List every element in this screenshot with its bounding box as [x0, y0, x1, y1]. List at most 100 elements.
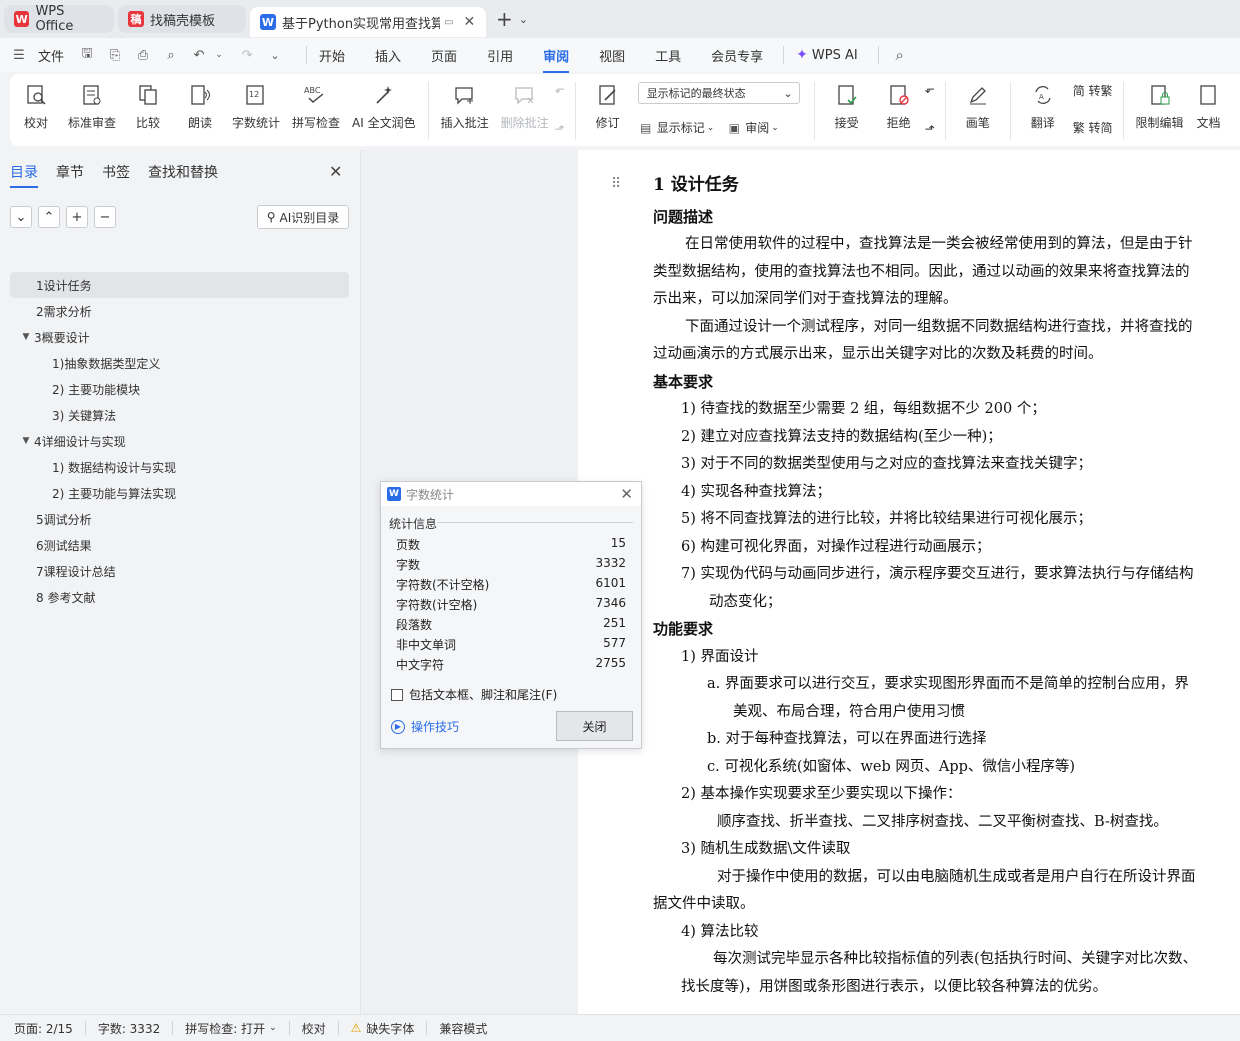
review-pane-button[interactable]: ▣ 审阅 ⌄ — [726, 119, 779, 136]
toc-item[interactable]: 2) 主要功能与算法实现 — [10, 480, 349, 506]
menu-review[interactable]: 审阅 — [543, 46, 570, 73]
toc-item[interactable]: 1)抽象数据类型定义 — [10, 350, 349, 376]
toc-item-label: 8 参考文献 — [36, 590, 96, 605]
toc-item[interactable]: 2) 主要功能模块 — [10, 376, 349, 402]
restrict-editing-button[interactable]: 限制编辑 — [1136, 82, 1184, 131]
menu-tools[interactable]: 工具 — [655, 46, 681, 65]
menu-view[interactable]: 视图 — [599, 46, 625, 65]
tab-bookmarks[interactable]: 书签 — [102, 162, 130, 182]
insert-comment-button[interactable]: 插入批注 — [441, 82, 489, 131]
search-icon[interactable]: ⌕ — [891, 46, 909, 64]
track-changes-button[interactable]: 修订 — [588, 82, 628, 131]
proofread-status[interactable]: 校对 — [302, 1020, 326, 1037]
tips-link[interactable]: ▶ 操作技巧 — [391, 718, 459, 735]
tab-toc[interactable]: 目录 — [10, 162, 38, 188]
delete-comment-button[interactable]: 删除批注 — [501, 82, 549, 131]
document-body[interactable]: 1 设计任务 问题描述 在日常使用软件的过程中，查找算法是一类会被经常使用到的算法，… — [653, 172, 1240, 1001]
toc-item[interactable]: 8 参考文献 — [10, 584, 349, 610]
translate-button[interactable]: A 翻译 — [1023, 82, 1063, 131]
collapse-arrow-icon[interactable]: ▼ — [18, 436, 34, 446]
menu-wps-ai[interactable]: ✦ WPS AI — [796, 47, 858, 63]
compare-icon — [135, 82, 161, 108]
toc-item[interactable]: ▼ 3概要设计 — [10, 324, 349, 350]
read-aloud-button[interactable]: 朗读 — [180, 82, 220, 131]
toc-item[interactable]: 3) 关键算法 — [10, 402, 349, 428]
previous-change-icon[interactable]: ⬐ — [925, 82, 935, 96]
redo-icon[interactable]: ↷ — [238, 46, 256, 64]
toc-item[interactable]: 7课程设计总结 — [10, 558, 349, 584]
close-icon[interactable]: ✕ — [329, 162, 342, 181]
tab-template[interactable]: 稿 找稿壳模板 — [118, 5, 246, 33]
menu-home[interactable]: 开始 — [319, 46, 345, 65]
accept-button[interactable]: 接受 — [827, 82, 867, 131]
export-pdf-icon[interactable]: ⎘ — [106, 46, 124, 64]
menu-insert[interactable]: 插入 — [375, 46, 401, 65]
document-page[interactable]: 1 设计任务 问题描述 在日常使用软件的过程中，查找算法是一类会被经常使用到的算法，… — [578, 150, 1240, 1014]
tab-wps-office[interactable]: W WPS Office — [4, 4, 114, 34]
collapse-icon[interactable]: ⌃ — [38, 206, 60, 228]
stat-value: 3332 — [595, 556, 626, 570]
close-button[interactable]: 关闭 — [556, 711, 633, 741]
spell-check-button[interactable]: ABC 拼写检查 — [292, 82, 340, 131]
collapse-arrow-icon[interactable]: ▼ — [18, 332, 34, 342]
word-count-indicator[interactable]: 字数: 3332 — [98, 1020, 160, 1037]
next-change-icon[interactable]: ⬏ — [925, 122, 935, 136]
stat-value: 2755 — [595, 656, 626, 670]
stat-row: 段落数 251 — [396, 616, 626, 636]
previous-comment-icon[interactable]: ⬐ — [555, 82, 565, 96]
spell-check-status[interactable]: 拼写检查: 打开 ⌄ — [185, 1020, 276, 1037]
markup-state-select[interactable]: 显示标记的最终状态 ⌄ — [637, 82, 800, 104]
hamburger-icon[interactable]: ☰ — [10, 46, 28, 64]
menu-file[interactable]: 文件 — [38, 46, 64, 65]
menu-member[interactable]: 会员专享 — [711, 46, 763, 65]
ai-polish-button[interactable]: AI 全文润色 — [352, 82, 416, 131]
undo-icon[interactable]: ↶ — [190, 46, 208, 64]
document-protect-button[interactable]: 文档 — [1196, 82, 1222, 131]
save-icon[interactable]: 🖫 — [78, 46, 96, 64]
to-traditional-button[interactable]: 简 转繁 — [1073, 82, 1113, 99]
standard-review-button[interactable]: 标准审查 — [68, 82, 116, 131]
new-tab-icon[interactable]: + — [496, 7, 513, 31]
menu-page[interactable]: 页面 — [431, 46, 457, 65]
close-icon[interactable]: ✕ — [620, 485, 633, 503]
close-icon[interactable]: ✕ — [463, 14, 475, 30]
remove-icon[interactable]: − — [94, 206, 116, 228]
drag-handle-icon[interactable]: ⠿ — [611, 176, 621, 192]
toc-item[interactable]: 1) 数据结构设计与实现 — [10, 454, 349, 480]
toc-item[interactable]: 1设计任务 — [10, 272, 349, 298]
chevron-down-icon[interactable]: ⌄ — [519, 13, 528, 26]
toc-item-label: 4详细设计与实现 — [34, 434, 126, 449]
next-comment-icon[interactable]: ⬏ — [555, 122, 565, 136]
ai-toc-button[interactable]: ⚲ AI识别目录 — [257, 205, 349, 229]
tab-chapters[interactable]: 章节 — [56, 162, 84, 182]
toc-item[interactable]: ▼ 4详细设计与实现 — [10, 428, 349, 454]
doc-line: 3) 对于不同的数据类型使用与之对应的查找算法来查找关键字； — [681, 456, 1092, 472]
reject-button[interactable]: 拒绝 — [879, 82, 919, 131]
show-markup-button[interactable]: ▤ 显示标记 ⌄ — [638, 119, 714, 136]
toc-item[interactable]: 6测试结果 — [10, 532, 349, 558]
ink-button[interactable]: 画笔 — [958, 82, 998, 131]
tab-find-replace[interactable]: 查找和替换 — [148, 162, 218, 182]
undo-dropdown-icon[interactable]: ⌄ — [210, 46, 228, 64]
toc-item[interactable]: 5调试分析 — [10, 506, 349, 532]
stat-row: 页数 15 — [396, 536, 626, 556]
toc-item-label: 6测试结果 — [36, 538, 92, 553]
proofread-button[interactable]: 校对 — [16, 82, 56, 131]
word-count-button[interactable]: 12 字数统计 — [232, 82, 280, 131]
menu-references[interactable]: 引用 — [487, 46, 513, 65]
word-count-dialog: W 字数统计 ✕ 统计信息 页数 15 字数 3332 字符数(不计空格) 6101 字符数… — [380, 481, 642, 749]
print-icon[interactable]: ⎙ — [134, 46, 152, 64]
doc-line: 在日常使用软件的过程中，查找算法是一类会被经常使用到的算法，但是由于针 — [685, 236, 1193, 252]
to-simplified-button[interactable]: 繁 转简 — [1073, 119, 1113, 136]
page-indicator[interactable]: 页面: 2/15 — [14, 1020, 73, 1037]
tab-document[interactable]: W 基于Python实现常用查找算法 ▭ ✕ — [250, 7, 486, 37]
compare-button[interactable]: 比较 — [128, 82, 168, 131]
print-preview-icon[interactable]: ⌕ — [162, 46, 180, 64]
include-textbox-checkbox[interactable]: 包括文本框、脚注和尾注(F) — [391, 686, 557, 703]
add-icon[interactable]: + — [66, 206, 88, 228]
expand-icon[interactable]: ⌄ — [10, 206, 32, 228]
more-chevron-icon[interactable]: ⌄ — [266, 46, 284, 64]
missing-font-status[interactable]: ⚠ 缺失字体 — [351, 1020, 415, 1037]
toc-item[interactable]: 2需求分析 — [10, 298, 349, 324]
stat-row: 字符数(计空格) 7346 — [396, 596, 626, 616]
